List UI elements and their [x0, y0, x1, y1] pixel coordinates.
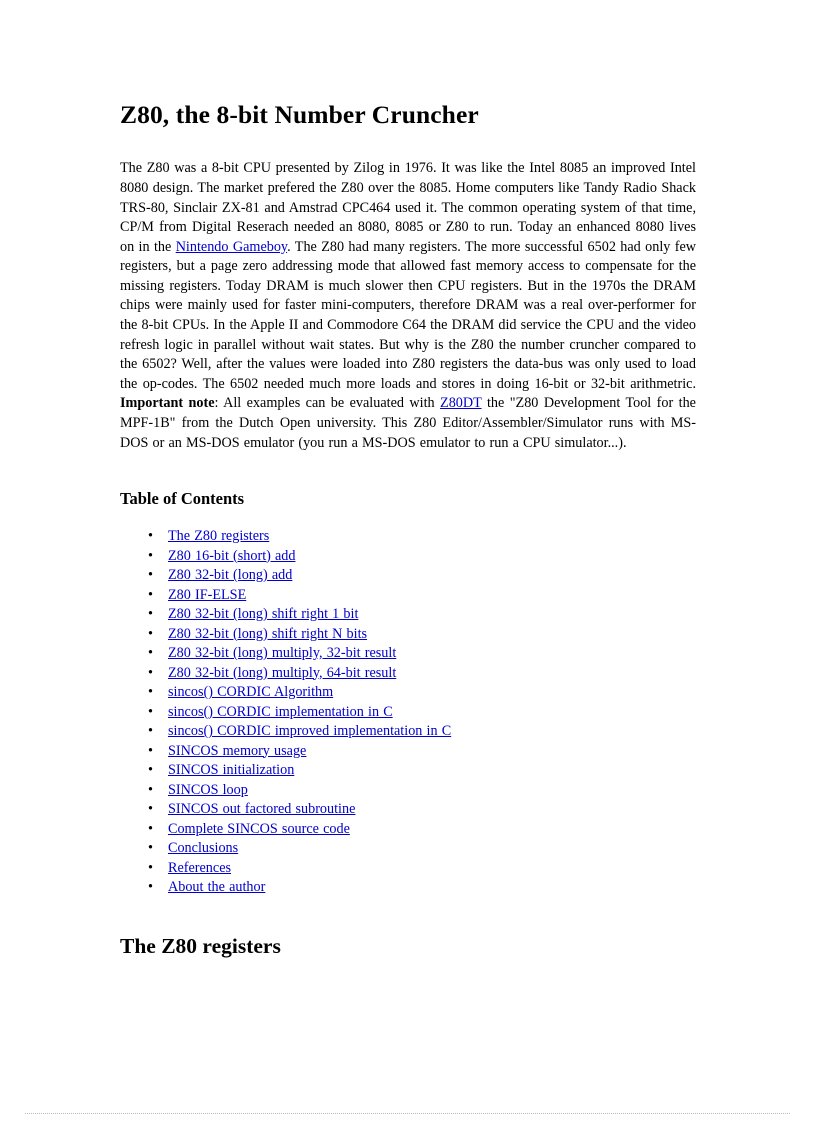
toc-link-complete-sincos-source-code[interactable]: Complete SINCOS source code — [168, 821, 350, 837]
list-item[interactable]: • About the author — [120, 878, 696, 898]
list-item[interactable]: • Complete SINCOS source code — [120, 820, 696, 840]
list-item[interactable]: • References — [120, 859, 696, 879]
bullet-icon: • — [148, 625, 153, 642]
bullet-icon: • — [148, 703, 153, 720]
list-item[interactable]: • sincos() CORDIC implementation in C — [120, 703, 696, 723]
toc-heading-wrapper: Table of Contents — [120, 489, 696, 509]
registers-heading-wrapper: The Z80 registers — [120, 934, 696, 960]
intro-paragraph-block: The Z80 was a 8-bit CPU presented by Zil… — [120, 159, 696, 453]
toc-link-sincos-out-factored-subroutine[interactable]: SINCOS out factored subroutine — [168, 801, 355, 817]
page-title: Z80, the 8-bit Number Cruncher — [120, 100, 479, 129]
toc-link-shift-right-1-bit[interactable]: Z80 32-bit (long) shift right 1 bit — [168, 606, 358, 622]
list-item[interactable]: • Conclusions — [120, 839, 696, 859]
important-note-label: Important note — [120, 395, 215, 412]
intro-paragraph: The Z80 was a 8-bit CPU presented by Zil… — [120, 159, 696, 453]
bullet-icon: • — [148, 723, 153, 740]
bullet-icon: • — [148, 664, 153, 681]
toc-link-sincos-cordic-improved-implementation-in-c[interactable]: sincos() CORDIC improved implementation … — [168, 723, 451, 739]
section-heading-z80-registers: The Z80 registers — [120, 933, 281, 958]
toc-link-sincos-cordic-implementation-in-c[interactable]: sincos() CORDIC implementation in C — [168, 704, 393, 720]
bullet-icon: • — [148, 684, 153, 701]
toc-link-sincos-cordic-algorithm[interactable]: sincos() CORDIC Algorithm — [168, 684, 333, 700]
list-item[interactable]: • SINCOS loop — [120, 781, 696, 801]
document-page: Z80, the 8-bit Number Cruncher The Z80 w… — [0, 0, 816, 1123]
bullet-icon: • — [148, 547, 153, 564]
toc-link-the-z80-registers[interactable]: The Z80 registers — [168, 528, 269, 544]
list-item[interactable]: • SINCOS initialization — [120, 761, 696, 781]
toc-link-multiply-64-bit-result[interactable]: Z80 32-bit (long) multiply, 64-bit resul… — [168, 665, 396, 681]
bullet-icon: • — [148, 586, 153, 603]
bullet-icon: • — [148, 781, 153, 798]
bullet-icon: • — [148, 859, 153, 876]
intro-text-part-3: : All examples can be evaluated with — [214, 395, 441, 412]
bullet-icon: • — [148, 645, 153, 662]
list-item[interactable]: • Z80 IF-ELSE — [120, 586, 696, 606]
bullet-icon: • — [148, 840, 153, 857]
bullet-icon: • — [148, 606, 153, 623]
bullet-icon: • — [148, 528, 153, 545]
bullet-icon: • — [148, 762, 153, 779]
bullet-icon: • — [148, 567, 153, 584]
list-item[interactable]: • Z80 16-bit (short) add — [120, 547, 696, 567]
toc-link-sincos-loop[interactable]: SINCOS loop — [168, 782, 248, 798]
toc-link-z80-32-bit-long-add[interactable]: Z80 32-bit (long) add — [168, 567, 292, 583]
toc-link-conclusions[interactable]: Conclusions — [168, 840, 238, 856]
toc-link-references[interactable]: References — [168, 860, 231, 876]
list-item[interactable]: • Z80 32-bit (long) shift right N bits — [120, 625, 696, 645]
list-item[interactable]: • SINCOS out factored subroutine — [120, 800, 696, 820]
list-item[interactable]: • Z80 32-bit (long) multiply, 32-bit resu… — [120, 644, 696, 664]
toc-link-sincos-memory-usage[interactable]: SINCOS memory usage — [168, 743, 306, 759]
toc-link-sincos-initialization[interactable]: SINCOS initialization — [168, 762, 294, 778]
list-item[interactable]: • Z80 32-bit (long) multiply, 64-bit resu… — [120, 664, 696, 684]
bullet-icon: • — [148, 801, 153, 818]
toc-heading: Table of Contents — [120, 489, 245, 509]
list-item[interactable]: • Z80 32-bit (long) add — [120, 566, 696, 586]
table-of-contents-list: • The Z80 registers • Z80 16-bit (short) a… — [120, 527, 696, 898]
list-item[interactable]: • Z80 32-bit (long) shift right 1 bit — [120, 605, 696, 625]
list-item[interactable]: • SINCOS memory usage — [120, 742, 696, 762]
bullet-icon: • — [148, 879, 153, 896]
link-nintendo-gameboy[interactable]: Nintendo Gameboy — [176, 239, 287, 255]
list-item[interactable]: • The Z80 registers — [120, 527, 696, 547]
toc-link-z80-16-bit-short-add[interactable]: Z80 16-bit (short) add — [168, 548, 296, 564]
intro-text-part-2: . The Z80 had many registers. The more s… — [120, 238, 697, 392]
list-item[interactable]: • sincos() CORDIC Algorithm — [120, 683, 696, 703]
toc-link-about-the-author[interactable]: About the author — [168, 879, 265, 895]
bullet-icon: • — [148, 742, 153, 759]
bullet-icon: • — [148, 820, 153, 837]
toc-link-shift-right-n-bits[interactable]: Z80 32-bit (long) shift right N bits — [168, 626, 367, 642]
footer-divider — [25, 1113, 790, 1115]
toc-link-multiply-32-bit-result[interactable]: Z80 32-bit (long) multiply, 32-bit resul… — [168, 645, 396, 661]
document-content: Z80, the 8-bit Number Cruncher The Z80 w… — [120, 100, 696, 959]
list-item[interactable]: • sincos() CORDIC improved implementation… — [120, 722, 696, 742]
link-z80dt[interactable]: Z80DT — [440, 395, 482, 411]
toc-link-z80-if-else[interactable]: Z80 IF-ELSE — [168, 587, 246, 603]
